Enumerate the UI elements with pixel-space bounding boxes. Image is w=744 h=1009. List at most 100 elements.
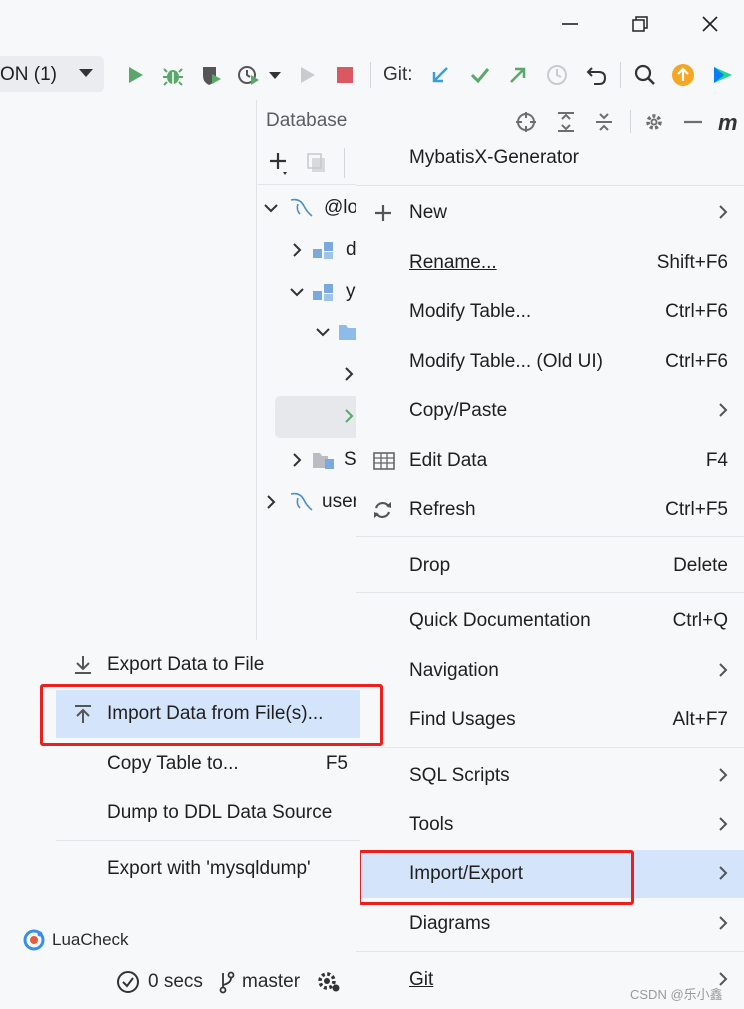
git-branch-widget[interactable]: master [218,970,300,994]
download-icon [75,656,91,674]
restore-button[interactable] [616,0,664,48]
chevron-right-icon [719,916,728,930]
rollback-icon [586,67,607,85]
git-push-button[interactable] [503,60,533,90]
submenu-item-label: Export Data to File [107,654,265,675]
branch-icon [219,971,235,994]
close-window-button[interactable] [686,0,734,48]
history-button[interactable] [542,60,572,90]
menu-separator [356,536,744,537]
jetbrains-icon [714,67,732,83]
copy-icon [307,153,325,172]
tree-node-folder[interactable] [314,312,362,352]
submenu-item-dump-to-ddl[interactable]: Dump to DDL Data Source [56,789,360,837]
tree-node-datasource[interactable]: @lo [262,188,358,228]
mysql-icon [290,198,313,217]
minimize-panel-icon [684,120,702,124]
tree-node-label: y [346,281,356,302]
menu-item-tools[interactable]: Tools [356,801,744,849]
stop-button[interactable] [330,60,360,90]
menu-item-new[interactable]: New [356,189,744,237]
watermark: CSDN @乐小鑫 [630,987,723,1002]
tree-node-label: S [344,449,357,470]
menu-item-label: Drop [409,555,451,576]
tree-node-schema[interactable]: y [288,272,356,312]
git-commit-button[interactable] [465,60,495,90]
run-configuration-label: ON (1) [0,64,57,85]
plus-icon [270,153,287,175]
submenu-item-export-with-mysqldump[interactable]: Export with 'mysqldump' [56,845,360,893]
menu-item-edit-data[interactable]: Edit Data F4 [356,437,744,485]
import-export-submenu: Export Data to File Import Data from Fil… [56,640,360,920]
menu-item-shortcut: Shift+F6 [656,252,728,273]
menu-item-mybatisx-generator[interactable]: MybatisX-Generator [356,134,744,182]
rollback-button[interactable] [582,60,612,90]
menu-item-rename[interactable]: Rename... Shift+F6 [356,239,744,287]
menu-item-refresh[interactable]: Refresh Ctrl+F5 [356,486,744,534]
menu-item-mnemonic: Git [409,969,434,990]
menu-item-modify-table[interactable]: Modify Table... Ctrl+F6 [356,288,744,336]
add-datasource-button[interactable] [268,151,294,177]
timer-widget[interactable]: 0 secs [116,970,203,994]
luacheck-label: LuaCheck [52,930,129,949]
menu-item-label: Find Usages [409,709,516,730]
menu-item-navigation[interactable]: Navigation [356,647,744,695]
branch-label: master [242,971,301,992]
tree-node-label: @lo [324,197,359,218]
debug-button[interactable] [158,60,188,90]
chevron-right-icon [293,453,302,467]
resume-button[interactable] [292,60,322,90]
menu-item-diagrams[interactable]: Diagrams [356,900,744,948]
menu-item-label: Rename... [409,252,497,274]
luacheck-widget[interactable]: LuaCheck [22,928,129,952]
chevron-right-icon [293,243,302,257]
expand-all-button[interactable] [556,111,576,133]
settings-button[interactable] [643,111,665,133]
run-button[interactable] [120,60,150,90]
server-objects-icon [313,453,334,469]
collapse-all-button[interactable] [594,111,614,133]
minimize-button[interactable] [546,0,594,48]
menu-item-quick-documentation[interactable]: Quick Documentation Ctrl+Q [356,597,744,645]
menu-item-modify-table-old-ui[interactable]: Modify Table... (Old UI) Ctrl+F6 [356,338,744,386]
tree-node-datasource[interactable]: user [262,482,359,522]
expand-all-icon [558,112,574,132]
chevron-right-icon [719,403,728,417]
jetbrains-toolbox-button[interactable] [708,60,738,90]
table-grid-icon [373,452,395,470]
menu-item-copy-paste[interactable]: Copy/Paste [356,387,744,435]
ide-update-button[interactable] [668,60,698,90]
mysql-icon [290,492,313,511]
search-everywhere-button[interactable] [630,60,660,90]
notifications-button[interactable] [316,970,342,994]
hide-panel-button[interactable] [682,111,704,133]
toolbar-separator [370,62,371,88]
luacheck-icon [23,929,45,951]
submenu-item-export-data-to-file[interactable]: Export Data to File [56,641,360,689]
tree-node-schema[interactable]: d [288,230,357,270]
tree-node-server-objects[interactable]: S [288,440,357,480]
submenu-item-label: Dump to DDL Data Source [107,802,333,823]
git-push-icon [510,67,526,83]
submenu-item-copy-table-to[interactable]: Copy Table to... F5 [56,740,360,788]
search-icon [634,64,655,85]
coverage-icon [203,67,221,85]
annotation-highlight-box [358,850,634,905]
update-icon [672,64,694,86]
run-with-coverage-button[interactable] [196,60,226,90]
profile-button[interactable] [234,60,264,90]
minimize-icon [562,23,578,25]
locate-button[interactable] [515,111,537,133]
git-update-button[interactable] [425,60,455,90]
menu-separator [356,747,744,748]
panel-toolbar-separator [344,148,345,178]
profile-icon [238,66,259,85]
menu-separator [356,951,744,952]
refresh-icon [374,501,391,519]
duplicate-button[interactable] [306,152,328,174]
chevron-down-icon [290,288,304,297]
menu-item-label: Git [409,969,433,991]
menu-item-sql-scripts[interactable]: SQL Scripts [356,752,744,800]
menu-item-find-usages[interactable]: Find Usages Alt+F7 [356,696,744,744]
menu-item-drop[interactable]: Drop Delete [356,542,744,590]
